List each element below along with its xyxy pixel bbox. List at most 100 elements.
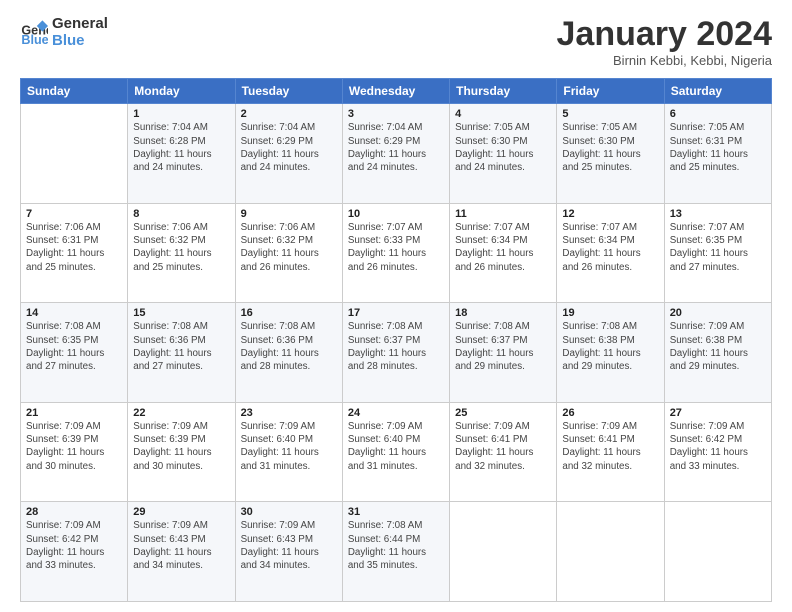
day-detail: Sunrise: 7:09 AM Sunset: 6:41 PM Dayligh… <box>562 420 658 473</box>
calendar-cell: 28Sunrise: 7:09 AM Sunset: 6:42 PM Dayli… <box>21 502 128 602</box>
day-detail: Sunrise: 7:08 AM Sunset: 6:35 PM Dayligh… <box>26 320 122 373</box>
calendar-cell: 24Sunrise: 7:09 AM Sunset: 6:40 PM Dayli… <box>342 402 449 502</box>
day-detail: Sunrise: 7:08 AM Sunset: 6:44 PM Dayligh… <box>348 519 444 572</box>
calendar-cell: 14Sunrise: 7:08 AM Sunset: 6:35 PM Dayli… <box>21 303 128 403</box>
weekday-header: Friday <box>557 79 664 104</box>
day-detail: Sunrise: 7:09 AM Sunset: 6:42 PM Dayligh… <box>670 420 766 473</box>
calendar-cell: 13Sunrise: 7:07 AM Sunset: 6:35 PM Dayli… <box>664 203 771 303</box>
day-number: 3 <box>348 108 444 120</box>
day-number: 4 <box>455 108 551 120</box>
day-detail: Sunrise: 7:09 AM Sunset: 6:39 PM Dayligh… <box>26 420 122 473</box>
calendar-cell: 25Sunrise: 7:09 AM Sunset: 6:41 PM Dayli… <box>450 402 557 502</box>
day-number: 1 <box>133 108 229 120</box>
logo-line2: Blue <box>52 33 108 50</box>
calendar-week-row: 21Sunrise: 7:09 AM Sunset: 6:39 PM Dayli… <box>21 402 772 502</box>
svg-text:Blue: Blue <box>21 33 48 47</box>
title-block: January 2024 Birnin Kebbi, Kebbi, Nigeri… <box>557 16 773 68</box>
calendar-cell: 12Sunrise: 7:07 AM Sunset: 6:34 PM Dayli… <box>557 203 664 303</box>
day-detail: Sunrise: 7:09 AM Sunset: 6:42 PM Dayligh… <box>26 519 122 572</box>
calendar-cell: 26Sunrise: 7:09 AM Sunset: 6:41 PM Dayli… <box>557 402 664 502</box>
day-detail: Sunrise: 7:09 AM Sunset: 6:40 PM Dayligh… <box>241 420 337 473</box>
calendar-cell: 4Sunrise: 7:05 AM Sunset: 6:30 PM Daylig… <box>450 104 557 204</box>
day-detail: Sunrise: 7:06 AM Sunset: 6:31 PM Dayligh… <box>26 221 122 274</box>
calendar-cell: 18Sunrise: 7:08 AM Sunset: 6:37 PM Dayli… <box>450 303 557 403</box>
location: Birnin Kebbi, Kebbi, Nigeria <box>557 53 773 68</box>
calendar-cell: 19Sunrise: 7:08 AM Sunset: 6:38 PM Dayli… <box>557 303 664 403</box>
day-detail: Sunrise: 7:05 AM Sunset: 6:31 PM Dayligh… <box>670 121 766 174</box>
day-detail: Sunrise: 7:06 AM Sunset: 6:32 PM Dayligh… <box>241 221 337 274</box>
day-number: 18 <box>455 307 551 319</box>
calendar-cell <box>557 502 664 602</box>
weekday-header: Wednesday <box>342 79 449 104</box>
calendar-cell: 3Sunrise: 7:04 AM Sunset: 6:29 PM Daylig… <box>342 104 449 204</box>
calendar-header-row: SundayMondayTuesdayWednesdayThursdayFrid… <box>21 79 772 104</box>
day-number: 5 <box>562 108 658 120</box>
day-detail: Sunrise: 7:06 AM Sunset: 6:32 PM Dayligh… <box>133 221 229 274</box>
calendar-week-row: 14Sunrise: 7:08 AM Sunset: 6:35 PM Dayli… <box>21 303 772 403</box>
page: General Blue General Blue January 2024 B… <box>0 0 792 612</box>
calendar-cell: 16Sunrise: 7:08 AM Sunset: 6:36 PM Dayli… <box>235 303 342 403</box>
day-detail: Sunrise: 7:08 AM Sunset: 6:37 PM Dayligh… <box>348 320 444 373</box>
day-number: 12 <box>562 208 658 220</box>
calendar-cell: 11Sunrise: 7:07 AM Sunset: 6:34 PM Dayli… <box>450 203 557 303</box>
logo: General Blue General Blue <box>20 16 108 49</box>
calendar-cell <box>450 502 557 602</box>
day-number: 21 <box>26 407 122 419</box>
day-detail: Sunrise: 7:09 AM Sunset: 6:38 PM Dayligh… <box>670 320 766 373</box>
day-detail: Sunrise: 7:05 AM Sunset: 6:30 PM Dayligh… <box>455 121 551 174</box>
day-detail: Sunrise: 7:05 AM Sunset: 6:30 PM Dayligh… <box>562 121 658 174</box>
day-number: 19 <box>562 307 658 319</box>
day-detail: Sunrise: 7:07 AM Sunset: 6:34 PM Dayligh… <box>455 221 551 274</box>
day-detail: Sunrise: 7:09 AM Sunset: 6:40 PM Dayligh… <box>348 420 444 473</box>
day-number: 23 <box>241 407 337 419</box>
day-number: 30 <box>241 506 337 518</box>
weekday-header: Saturday <box>664 79 771 104</box>
calendar: SundayMondayTuesdayWednesdayThursdayFrid… <box>20 78 772 602</box>
day-number: 13 <box>670 208 766 220</box>
day-detail: Sunrise: 7:08 AM Sunset: 6:38 PM Dayligh… <box>562 320 658 373</box>
calendar-cell: 1Sunrise: 7:04 AM Sunset: 6:28 PM Daylig… <box>128 104 235 204</box>
calendar-cell: 17Sunrise: 7:08 AM Sunset: 6:37 PM Dayli… <box>342 303 449 403</box>
day-detail: Sunrise: 7:09 AM Sunset: 6:39 PM Dayligh… <box>133 420 229 473</box>
calendar-cell: 5Sunrise: 7:05 AM Sunset: 6:30 PM Daylig… <box>557 104 664 204</box>
calendar-cell: 20Sunrise: 7:09 AM Sunset: 6:38 PM Dayli… <box>664 303 771 403</box>
logo-icon: General Blue <box>20 19 48 47</box>
calendar-week-row: 28Sunrise: 7:09 AM Sunset: 6:42 PM Dayli… <box>21 502 772 602</box>
calendar-cell: 30Sunrise: 7:09 AM Sunset: 6:43 PM Dayli… <box>235 502 342 602</box>
weekday-header: Sunday <box>21 79 128 104</box>
calendar-week-row: 1Sunrise: 7:04 AM Sunset: 6:28 PM Daylig… <box>21 104 772 204</box>
calendar-cell <box>664 502 771 602</box>
month-title: January 2024 <box>557 16 773 53</box>
weekday-header: Tuesday <box>235 79 342 104</box>
calendar-cell <box>21 104 128 204</box>
calendar-cell: 29Sunrise: 7:09 AM Sunset: 6:43 PM Dayli… <box>128 502 235 602</box>
day-number: 7 <box>26 208 122 220</box>
day-detail: Sunrise: 7:08 AM Sunset: 6:36 PM Dayligh… <box>241 320 337 373</box>
day-number: 27 <box>670 407 766 419</box>
weekday-header: Thursday <box>450 79 557 104</box>
day-detail: Sunrise: 7:08 AM Sunset: 6:37 PM Dayligh… <box>455 320 551 373</box>
day-number: 22 <box>133 407 229 419</box>
day-detail: Sunrise: 7:09 AM Sunset: 6:41 PM Dayligh… <box>455 420 551 473</box>
day-number: 14 <box>26 307 122 319</box>
day-number: 11 <box>455 208 551 220</box>
calendar-cell: 9Sunrise: 7:06 AM Sunset: 6:32 PM Daylig… <box>235 203 342 303</box>
day-number: 16 <box>241 307 337 319</box>
logo-line1: General <box>52 16 108 33</box>
day-number: 17 <box>348 307 444 319</box>
day-number: 28 <box>26 506 122 518</box>
calendar-cell: 15Sunrise: 7:08 AM Sunset: 6:36 PM Dayli… <box>128 303 235 403</box>
day-number: 2 <box>241 108 337 120</box>
calendar-cell: 31Sunrise: 7:08 AM Sunset: 6:44 PM Dayli… <box>342 502 449 602</box>
calendar-cell: 21Sunrise: 7:09 AM Sunset: 6:39 PM Dayli… <box>21 402 128 502</box>
calendar-cell: 7Sunrise: 7:06 AM Sunset: 6:31 PM Daylig… <box>21 203 128 303</box>
day-detail: Sunrise: 7:04 AM Sunset: 6:29 PM Dayligh… <box>348 121 444 174</box>
day-number: 15 <box>133 307 229 319</box>
calendar-cell: 8Sunrise: 7:06 AM Sunset: 6:32 PM Daylig… <box>128 203 235 303</box>
day-detail: Sunrise: 7:07 AM Sunset: 6:35 PM Dayligh… <box>670 221 766 274</box>
day-number: 24 <box>348 407 444 419</box>
day-detail: Sunrise: 7:09 AM Sunset: 6:43 PM Dayligh… <box>133 519 229 572</box>
day-number: 26 <box>562 407 658 419</box>
calendar-cell: 10Sunrise: 7:07 AM Sunset: 6:33 PM Dayli… <box>342 203 449 303</box>
day-number: 10 <box>348 208 444 220</box>
